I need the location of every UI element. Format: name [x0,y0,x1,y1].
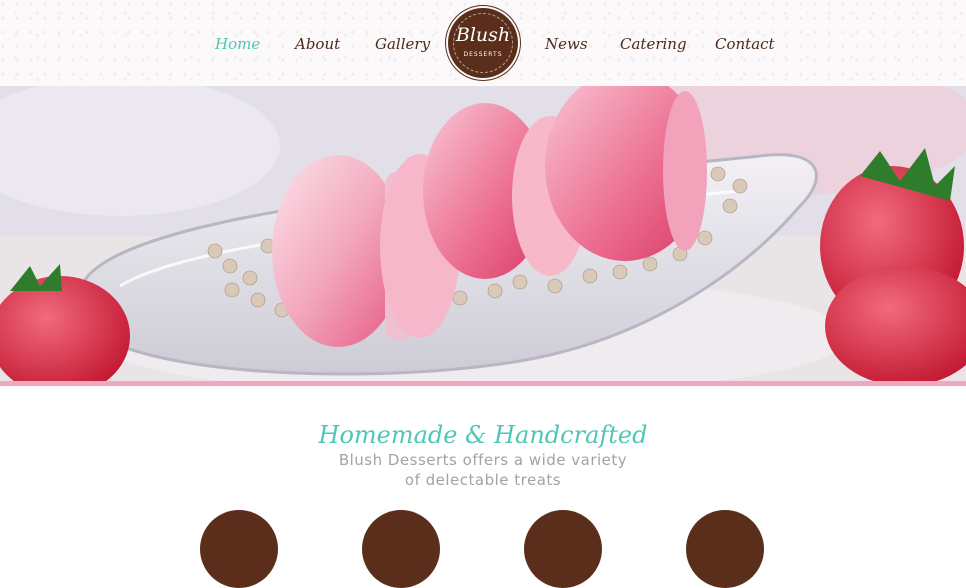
nav-catering[interactable]: Catering [620,33,687,55]
hero-accent-bar [0,381,966,386]
intro-line-2: of delectable treats [404,471,562,489]
nav-news[interactable]: News [545,33,588,55]
site-header: Home About Gallery Blush DESSERTS News C… [0,0,966,86]
feature-circle-1[interactable] [200,510,278,588]
nav-about[interactable]: About [295,33,340,55]
logo-name: Blush [455,24,511,46]
intro-line-1: Blush Desserts offers a wide variety [338,451,628,469]
nav-contact[interactable]: Contact [715,33,775,55]
feature-circle-3[interactable] [524,510,602,588]
intro-heading: Homemade & Handcrafted [318,421,648,449]
feature-circle-2[interactable] [362,510,440,588]
nav-home[interactable]: Home [215,33,260,55]
hero-illustration [0,86,966,382]
logo-subtitle: DESSERTS [463,51,503,58]
macarons-hero-image [0,86,966,382]
blush-logo[interactable]: Blush DESSERTS [448,8,518,78]
feature-circle-4[interactable] [686,510,764,588]
nav-gallery[interactable]: Gallery [375,33,430,55]
